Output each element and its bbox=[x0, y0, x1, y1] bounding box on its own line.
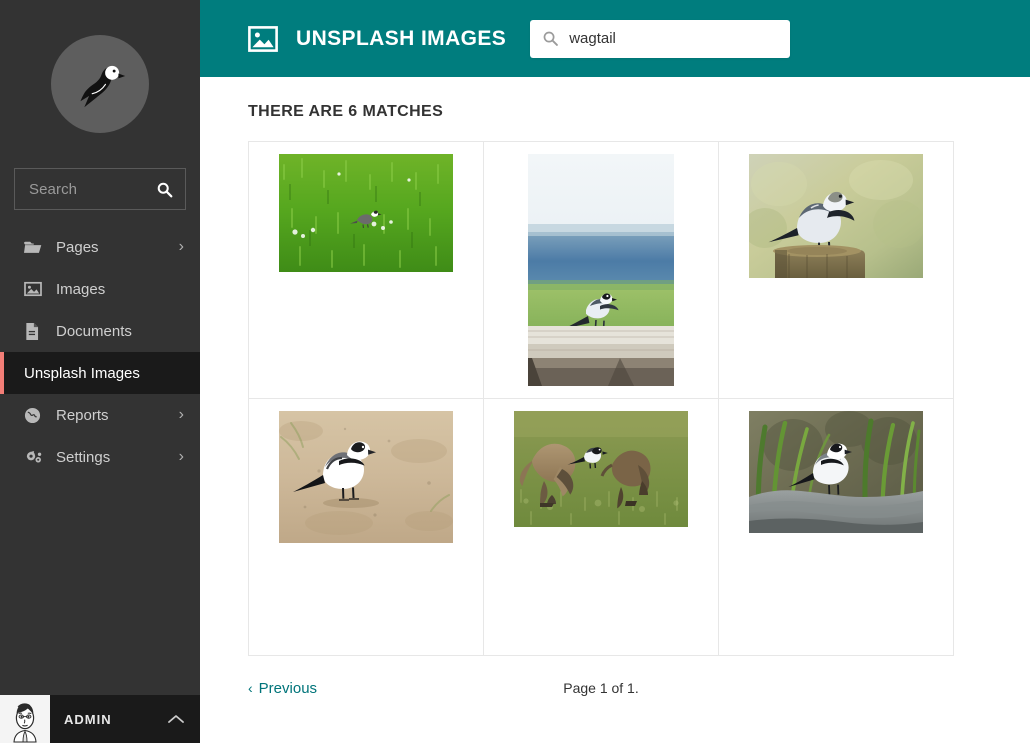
sidebar-item-pages[interactable]: Pages › bbox=[0, 226, 200, 268]
image-result-item[interactable] bbox=[484, 399, 719, 656]
account-footer[interactable]: ADMIN bbox=[0, 695, 200, 743]
account-name: ADMIN bbox=[64, 711, 112, 727]
search-input[interactable]: wagtail bbox=[530, 19, 791, 58]
result-thumbnail bbox=[528, 154, 674, 386]
sidebar-item-label: Reports bbox=[56, 406, 109, 424]
result-thumbnail bbox=[279, 154, 453, 272]
rock bbox=[749, 490, 923, 533]
chevron-right-icon[interactable]: › bbox=[179, 239, 184, 255]
page-header: UNSPLASH IMAGES wagtail bbox=[200, 0, 1030, 77]
image-result-item[interactable] bbox=[719, 399, 954, 656]
gears-icon bbox=[24, 449, 46, 466]
wagtail-bird-logo-icon[interactable] bbox=[51, 35, 149, 133]
result-thumbnail bbox=[514, 411, 688, 527]
chevron-right-icon[interactable]: › bbox=[179, 449, 184, 465]
main-area: UNSPLASH IMAGES wagtail THERE ARE 6 MATC… bbox=[200, 0, 1030, 743]
result-thumbnail bbox=[749, 411, 923, 533]
sidebar-item-reports[interactable]: Reports › bbox=[0, 394, 200, 436]
sidebar-search-placeholder: Search bbox=[29, 180, 78, 198]
search-input-value: wagtail bbox=[569, 30, 616, 47]
image-results-grid bbox=[248, 141, 954, 656]
sidebar-item-label: Unsplash Images bbox=[24, 364, 140, 382]
image-icon bbox=[24, 281, 46, 297]
logo-area bbox=[0, 0, 200, 168]
result-thumbnail bbox=[749, 154, 923, 278]
image-result-item[interactable] bbox=[249, 399, 484, 656]
sidebar-item-label: Pages bbox=[56, 238, 99, 256]
result-thumbnail bbox=[279, 411, 453, 543]
search-icon[interactable] bbox=[156, 181, 173, 198]
wooden-post bbox=[773, 245, 865, 278]
sidebar-item-documents[interactable]: Documents bbox=[0, 310, 200, 352]
chevron-up-icon[interactable] bbox=[168, 714, 200, 724]
page-info-text: Page 1 of 1. bbox=[563, 680, 639, 696]
sidebar-item-label: Documents bbox=[56, 322, 132, 340]
pagination: ‹ Previous Page 1 of 1. bbox=[248, 674, 954, 702]
sidebar-item-settings[interactable]: Settings › bbox=[0, 436, 200, 478]
chevron-right-icon[interactable]: › bbox=[179, 407, 184, 423]
admin-app: Search Pages › Images Documents Unsplash… bbox=[0, 0, 1030, 743]
sidebar-item-label: Images bbox=[56, 280, 106, 298]
sidebar-item-unsplash-images[interactable]: Unsplash Images bbox=[0, 352, 200, 394]
page-title: UNSPLASH IMAGES bbox=[296, 26, 507, 50]
sidebar-nav: Pages › Images Documents Unsplash Images… bbox=[0, 226, 200, 478]
search-icon bbox=[542, 30, 559, 47]
image-result-item[interactable] bbox=[719, 142, 954, 399]
sidebar-item-label: Settings bbox=[56, 448, 111, 466]
content-area: THERE ARE 6 MATCHES ‹ Previous Page 1 of… bbox=[200, 77, 1030, 702]
picture-icon bbox=[248, 25, 278, 52]
globe-icon bbox=[24, 407, 46, 424]
image-result-item[interactable] bbox=[484, 142, 719, 399]
sidebar: Search Pages › Images Documents Unsplash… bbox=[0, 0, 200, 743]
document-icon bbox=[24, 322, 46, 340]
avatar bbox=[0, 695, 50, 743]
image-result-item[interactable] bbox=[249, 142, 484, 399]
folder-icon bbox=[24, 240, 46, 255]
sidebar-item-images[interactable]: Images bbox=[0, 268, 200, 310]
sidebar-search-input[interactable]: Search bbox=[14, 168, 186, 210]
wooden-plank bbox=[528, 326, 674, 386]
results-heading: THERE ARE 6 MATCHES bbox=[248, 103, 444, 120]
